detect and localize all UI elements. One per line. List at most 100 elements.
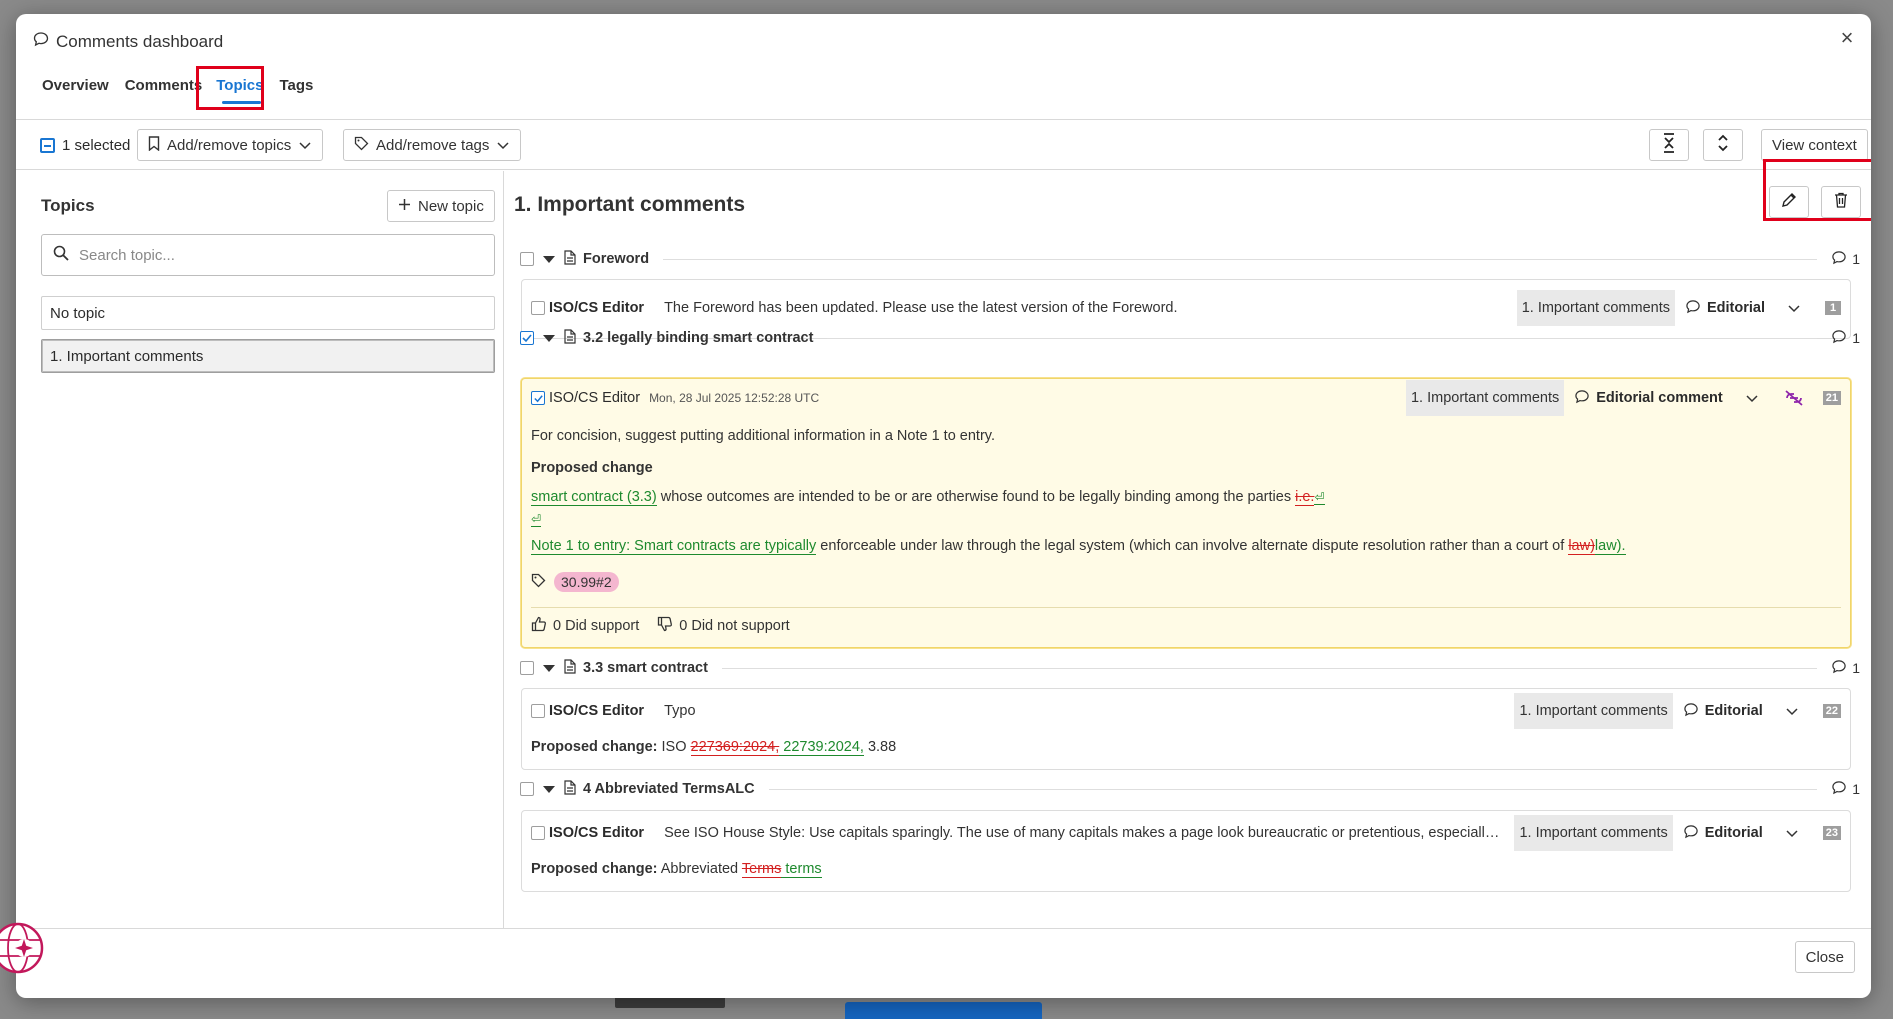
new-topic-button[interactable]: New topic [387, 190, 495, 222]
inserted-text: Note 1 to entry: Smart contracts are typ… [531, 538, 817, 555]
comment-topic-chip[interactable]: 1. Important comments [1514, 815, 1673, 851]
inserted-text: law). [1594, 538, 1626, 555]
section-heading: 4 Abbreviated TermsALC [583, 781, 755, 797]
section-checkbox[interactable] [520, 661, 534, 675]
proposed-change-line: Proposed change: Abbreviated Terms terms [531, 861, 822, 878]
did-support-button[interactable]: 0 Did support [531, 616, 639, 636]
deleted-text: 227369:2024, [690, 739, 780, 756]
support-row: 0 Did support 0 Did not support [531, 616, 790, 636]
comment-checkbox-checked[interactable] [531, 391, 545, 405]
section-heading: 3.3 smart contract [583, 660, 708, 676]
chevron-down-icon[interactable] [1785, 706, 1799, 716]
topic-search [41, 234, 495, 276]
comment-checkbox[interactable] [531, 826, 545, 840]
collapse-all-button[interactable] [1649, 129, 1689, 161]
comment-bubble-icon [1831, 250, 1847, 268]
chevron-down-icon [298, 137, 312, 154]
section-header-4[interactable]: 4 Abbreviated TermsALC 1 [520, 777, 1860, 801]
modal-title: Comments dashboard [33, 31, 223, 52]
proposed-change-line-2: ⏎ [531, 511, 542, 527]
modal-header: Comments dashboard × Overview Comments T… [16, 14, 1871, 120]
comment-count: 1 [1831, 659, 1860, 677]
thumbs-down-icon [657, 616, 673, 636]
comment-checkbox[interactable] [531, 301, 545, 315]
proposed-change-line: Proposed change: ISO 227369:2024, 22739:… [531, 739, 897, 756]
chevron-down-icon[interactable] [1785, 828, 1799, 838]
add-remove-tags-button[interactable]: Add/remove tags [343, 129, 522, 161]
comment-author: ISO/CS Editor [549, 703, 645, 719]
unlink-icon[interactable] [1783, 389, 1805, 407]
did-support-label: 0 Did support [553, 618, 640, 634]
modal-footer: Close [16, 928, 1871, 998]
comment-number-badge: 21 [1822, 391, 1841, 405]
topic-item-no-topic[interactable]: No topic [41, 296, 495, 330]
tag-icon [354, 136, 369, 155]
tab-tags[interactable]: Tags [275, 74, 325, 110]
section-header-foreword[interactable]: Foreword 1 [520, 247, 1860, 271]
collapse-icon [1662, 133, 1676, 157]
comment-bubble-icon [1683, 702, 1699, 721]
comment-author: ISO/CS Editor [549, 825, 645, 841]
close-button[interactable]: Close [1794, 941, 1855, 973]
did-not-support-button[interactable]: 0 Did not support [657, 616, 790, 636]
proposed-change-label: Proposed change: [531, 861, 658, 877]
comment-type-label: Editorial [1704, 703, 1763, 719]
unchanged-text: whose outcomes are intended to be or are… [656, 489, 1296, 505]
comment-card[interactable]: ISO/CS Editor See ISO House Style: Use c… [521, 810, 1851, 892]
did-not-support-label: 0 Did not support [679, 618, 790, 634]
comment-topic-chip[interactable]: 1. Important comments [1405, 380, 1565, 416]
unchanged-text: 3.88 [863, 739, 897, 755]
comment-body: See ISO House Style: Use capitals sparin… [664, 825, 1504, 841]
tab-overview[interactable]: Overview [32, 74, 121, 110]
tab-bar: Overview Comments Topics Tags [32, 74, 325, 110]
expand-all-button[interactable] [1703, 129, 1743, 161]
comment-type[interactable]: Editorial [1685, 299, 1765, 318]
comment-date: Mon, 28 Jul 2025 12:52:28 UTC [649, 391, 820, 405]
document-icon [564, 249, 576, 269]
comment-body: Typo [664, 703, 696, 719]
comment-card-selected[interactable]: ISO/CS Editor Mon, 28 Jul 2025 12:52:28 … [521, 378, 1851, 648]
comment-checkbox[interactable] [531, 704, 545, 718]
caret-down-icon[interactable] [543, 785, 555, 793]
comment-count-value: 1 [1852, 660, 1860, 676]
caret-down-icon[interactable] [543, 255, 555, 263]
add-remove-topics-button[interactable]: Add/remove topics [137, 129, 324, 161]
tag-row: 30.99#2 [531, 572, 619, 592]
search-topic-input[interactable] [79, 246, 469, 264]
comment-topic-chip[interactable]: 1. Important comments [1516, 290, 1675, 326]
topic-title: 1. Important comments [514, 193, 746, 216]
inserted-text: terms [781, 861, 822, 878]
view-context-button[interactable]: View context [1761, 129, 1868, 161]
comment-type[interactable]: Editorial [1683, 702, 1763, 721]
section-header-3-3[interactable]: 3.3 smart contract 1 [520, 656, 1860, 680]
proposed-change-label: Proposed change: [531, 739, 658, 755]
tag-chip[interactable]: 30.99#2 [554, 572, 619, 592]
comment-author: ISO/CS Editor [549, 390, 641, 406]
comment-bubble-icon [33, 31, 49, 52]
divider [827, 337, 1818, 339]
section-header-3-2[interactable]: 3.2 legally binding smart contract 1 [520, 326, 1860, 350]
select-all-checkbox[interactable] [40, 138, 55, 153]
comment-type[interactable]: Editorial [1683, 824, 1763, 843]
chevron-down-icon[interactable] [1745, 393, 1759, 403]
section-checkbox[interactable] [520, 252, 534, 266]
caret-down-icon[interactable] [543, 334, 555, 342]
section-checkbox[interactable] [520, 782, 534, 796]
edit-delete-highlight-box [1763, 159, 1871, 221]
comment-card[interactable]: ISO/CS Editor Typo 1. Important comments… [521, 688, 1851, 770]
topic-item-important-comments[interactable]: 1. Important comments [41, 339, 495, 373]
divider [721, 667, 1818, 669]
expand-icon [1716, 133, 1730, 157]
section-heading: 3.2 legally binding smart contract [583, 330, 814, 346]
assistant-globe-icon[interactable] [0, 916, 50, 978]
proposed-change-line-3: Note 1 to entry: Smart contracts are typ… [531, 538, 1626, 555]
comment-topic-chip[interactable]: 1. Important comments [1514, 693, 1673, 729]
close-icon[interactable]: × [1833, 24, 1861, 52]
return-icon: ⏎ [531, 512, 542, 527]
section-checkbox-checked[interactable] [520, 331, 534, 345]
background-button [845, 1002, 1042, 1019]
comment-type[interactable]: Editorial comment [1574, 389, 1723, 408]
chevron-down-icon[interactable] [1787, 303, 1801, 313]
inserted-text: smart contract (3.3) [531, 489, 657, 506]
caret-down-icon[interactable] [543, 664, 555, 672]
